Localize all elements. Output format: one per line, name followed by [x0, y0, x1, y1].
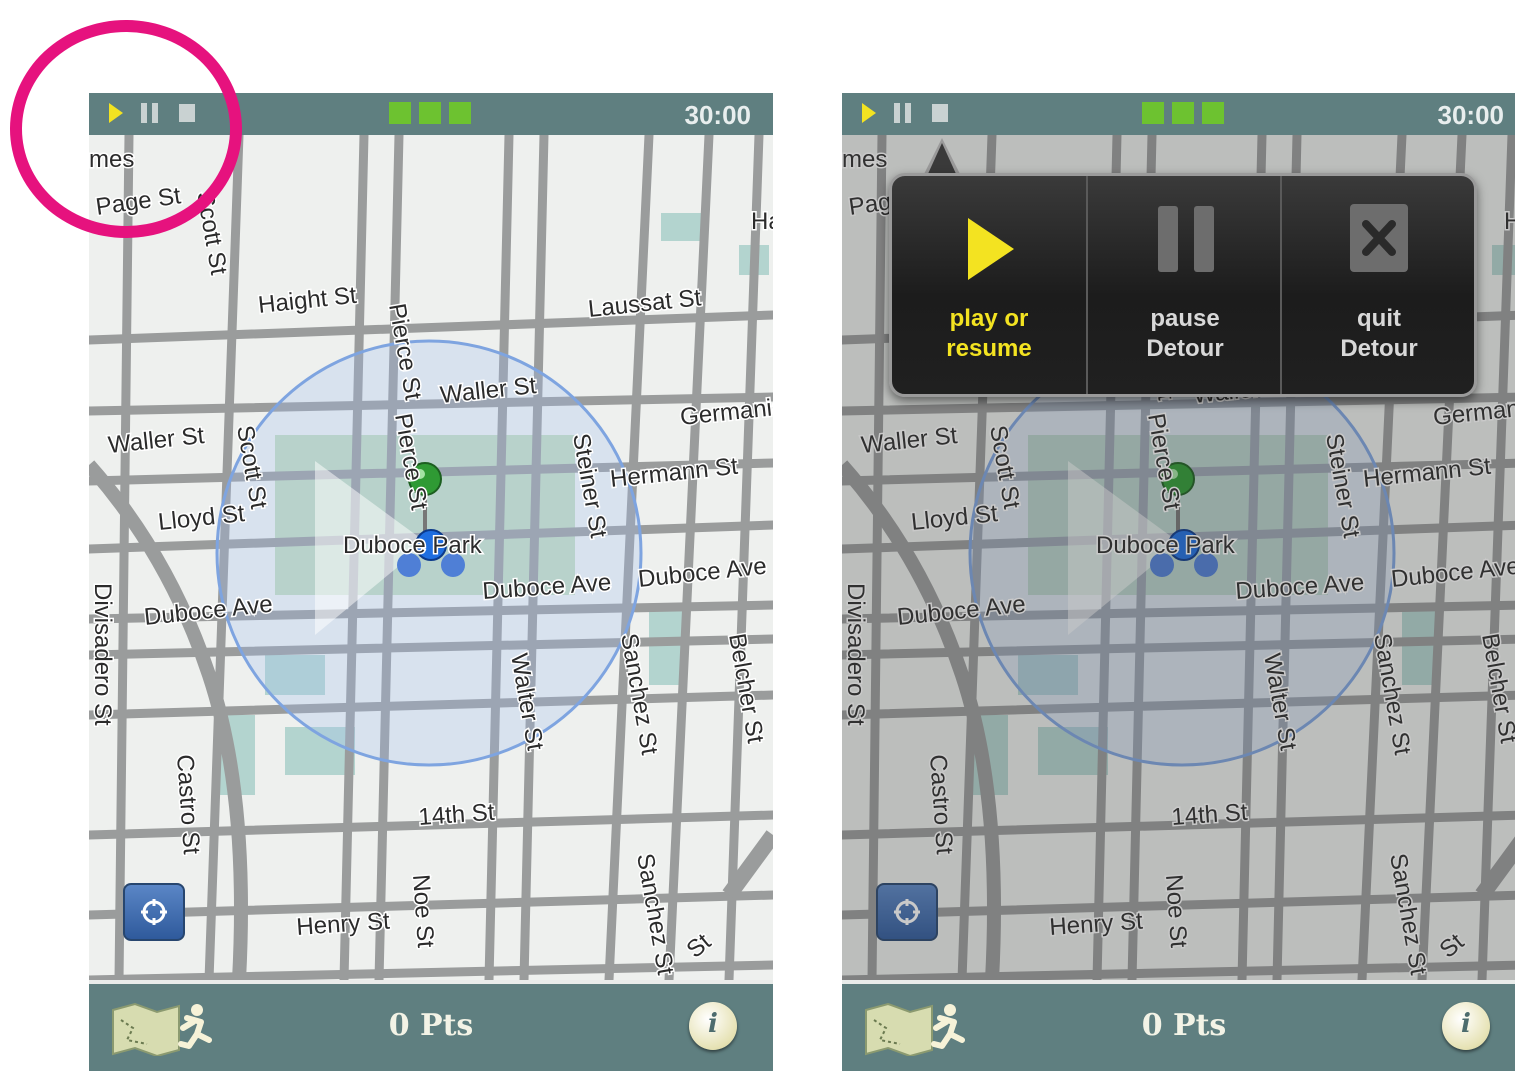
phone-screen-right: 30:00 mesPage StScott StHaight StLaussat… [842, 93, 1515, 1071]
progress-indicator [389, 102, 471, 124]
street-label: Duboce Park [343, 532, 483, 559]
street-label: 14th St [418, 799, 496, 831]
points-score: 0 Pts [1141, 1008, 1227, 1043]
locate-me-button[interactable] [123, 883, 185, 941]
crosshair-icon [141, 899, 167, 925]
pause-icon[interactable] [894, 103, 912, 123]
play-resume-button[interactable]: play or resume [892, 176, 1086, 394]
map-view[interactable]: mesPage StScott StHaight StLaussat StPie… [89, 135, 773, 980]
info-button[interactable]: i [689, 1002, 737, 1050]
info-button[interactable]: i [1442, 1002, 1490, 1050]
phone-screen-left: 30:00 mes Page St Scott St Haight St Laussat… [89, 93, 773, 1071]
street-label: Noe St [407, 874, 439, 949]
play-resume-label: play or resume [946, 305, 1032, 362]
progress-indicator [1142, 102, 1224, 124]
timer: 30:00 [1437, 100, 1505, 130]
highlight-ring [10, 20, 242, 238]
status-bar: 30:00 [842, 93, 1515, 135]
play-icon [968, 218, 1014, 280]
info-icon: i [1461, 1009, 1471, 1039]
street-map: mesPage StScott StHaight StLaussat StPie… [89, 135, 773, 980]
game-control-popover: play or resume pause Detour quit Detour [889, 173, 1477, 397]
stop-icon[interactable] [932, 104, 948, 122]
bottom-bar: 0 Pts i [842, 984, 1515, 1071]
bottom-bar: 0 Pts i [89, 984, 773, 1071]
quit-detour-button[interactable]: quit Detour [1280, 176, 1476, 394]
pause-detour-label: pause Detour [1146, 305, 1224, 362]
street-label: Ha [751, 208, 773, 235]
street-label: Divisadero St [89, 583, 116, 726]
close-icon [1350, 204, 1408, 272]
pause-icon [1158, 206, 1214, 272]
pause-detour-button[interactable]: pause Detour [1086, 176, 1282, 394]
timer: 30:00 [684, 100, 752, 130]
play-icon[interactable] [862, 103, 876, 123]
points-score: 0 Pts [388, 1008, 474, 1043]
popover-arrow [924, 138, 960, 176]
quit-detour-label: quit Detour [1340, 305, 1418, 362]
info-icon: i [708, 1009, 718, 1039]
